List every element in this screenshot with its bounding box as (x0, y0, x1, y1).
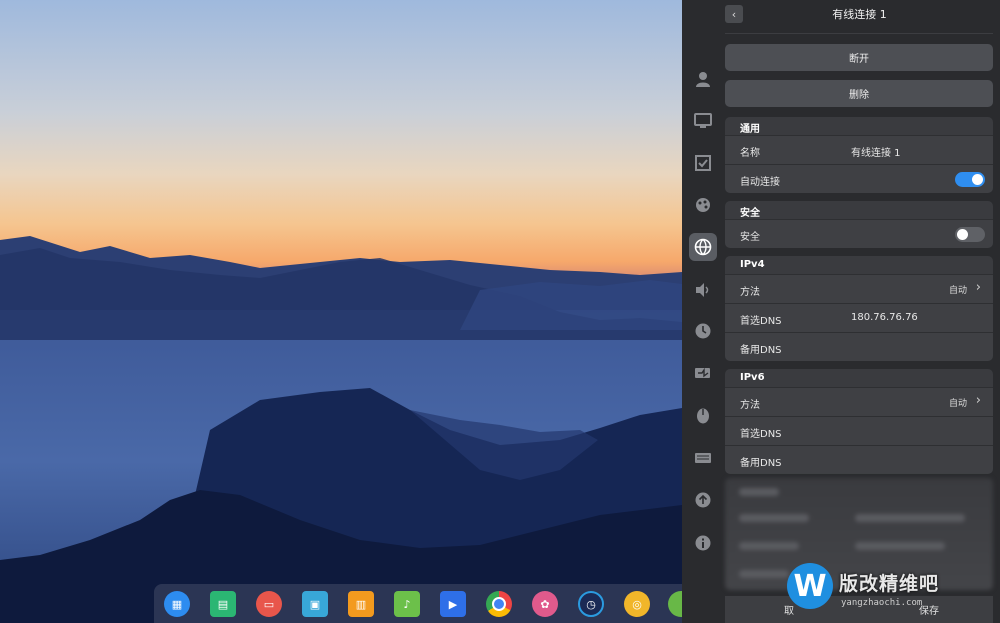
default-apps-icon[interactable] (692, 152, 714, 174)
chrome-icon[interactable] (486, 591, 512, 617)
ipv6-dns1-label: 首选DNS (740, 429, 782, 440)
watermark-title: 版改精维吧 (839, 573, 940, 595)
launcher-icon[interactable]: ▦ (164, 591, 190, 617)
watermark: W 版改精维吧 yangzhaochi.com (755, 555, 1000, 623)
section-ipv4-title: IPv4 (725, 256, 993, 274)
ipv4-dns1-row: 首选DNS 180.76.76.76 (725, 303, 993, 332)
autoconnect-toggle[interactable] (955, 172, 985, 187)
mouse-icon[interactable] (692, 404, 714, 426)
cpu-monitor-icon[interactable]: ◎ (624, 591, 650, 617)
ipv6-method-row[interactable]: 方法 自动 › (725, 387, 993, 416)
info-icon[interactable] (692, 532, 714, 554)
section-security-title: 安全 (725, 201, 993, 219)
personalization-icon[interactable] (692, 194, 714, 216)
ipv4-dns1-input[interactable]: 180.76.76.76 (851, 312, 918, 323)
ipv6-dns2-label: 备用DNS (740, 458, 782, 469)
section-general-title: 通用 (725, 117, 993, 135)
name-label: 名称 (740, 148, 760, 159)
network-icon[interactable] (689, 233, 717, 261)
watermark-logo: W (787, 563, 833, 609)
sound-icon[interactable] (692, 279, 714, 301)
ipv4-method-value: 自动 (948, 286, 967, 296)
ipv4-dns1-label: 首选DNS (740, 316, 782, 327)
ipv4-method-label: 方法 (740, 287, 760, 298)
watermark-url: yangzhaochi.com (841, 598, 923, 608)
page-title: 有线连接 1 (832, 8, 887, 21)
deepin-store-icon[interactable]: ▥ (348, 591, 374, 617)
delete-button[interactable]: 删除 (725, 80, 993, 107)
app-store-icon[interactable]: ▣ (302, 591, 328, 617)
security-row: 安全 (725, 219, 993, 248)
dock: ▦ ▤ ▭ ▣ ▥ ♪ ▶ ✿ ◷ ◎ (154, 584, 682, 623)
file-manager-icon[interactable]: ▤ (210, 591, 236, 617)
chevron-left-icon: ‹ (731, 7, 737, 21)
ipv6-method-label: 方法 (740, 400, 760, 411)
autoconnect-row: 自动连接 (725, 164, 993, 193)
autoconnect-label: 自动连接 (740, 177, 780, 188)
music-icon[interactable]: ♪ (394, 591, 420, 617)
section-ipv6-title: IPv6 (725, 369, 993, 387)
name-row: 名称 有线连接 1 (725, 135, 993, 164)
desktop-wallpaper: ▦ ▤ ▭ ▣ ▥ ♪ ▶ ✿ ◷ ◎ (0, 0, 682, 623)
security-toggle[interactable] (955, 227, 985, 242)
power-icon[interactable] (692, 362, 714, 384)
ipv4-dns2-label: 备用DNS (740, 345, 782, 356)
video-player-icon[interactable]: ▶ (440, 591, 466, 617)
clock-icon[interactable]: ◷ (578, 591, 604, 617)
settings-icon[interactable]: ✿ (532, 591, 558, 617)
header-divider (725, 33, 993, 34)
ipv4-method-row[interactable]: 方法 自动 › (725, 274, 993, 303)
ipv6-method-value: 自动 (948, 399, 967, 409)
chevron-right-icon: › (975, 280, 981, 295)
disconnect-button[interactable]: 断开 (725, 44, 993, 71)
ipv6-dns2-row: 备用DNS (725, 445, 993, 474)
update-icon[interactable] (692, 489, 714, 511)
name-input[interactable]: 有线连接 1 (851, 144, 901, 159)
display-icon[interactable] (692, 110, 714, 132)
wallpaper-mountains-image (0, 0, 682, 623)
accounts-icon[interactable] (692, 68, 714, 90)
back-button[interactable]: ‹ (725, 5, 743, 23)
terminal-icon[interactable] (668, 591, 682, 617)
ipv6-dns1-row: 首选DNS (725, 416, 993, 445)
settings-icon-bar (682, 0, 724, 623)
security-label: 安全 (740, 232, 760, 243)
screen-recorder-icon[interactable]: ▭ (256, 591, 282, 617)
keyboard-icon[interactable] (692, 447, 714, 469)
time-icon[interactable] (692, 320, 714, 342)
chevron-right-icon: › (975, 393, 981, 408)
ipv4-dns2-row: 备用DNS (725, 332, 993, 361)
